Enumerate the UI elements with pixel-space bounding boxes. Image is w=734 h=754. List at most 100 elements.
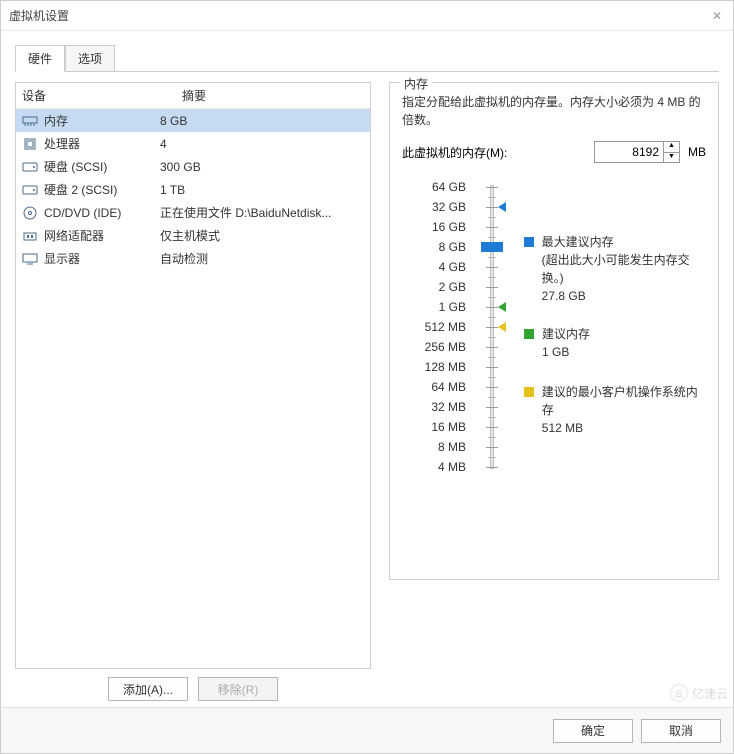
watermark-text: 亿速云 xyxy=(692,685,728,702)
tick-mark xyxy=(486,347,498,348)
tick-mark xyxy=(486,407,498,408)
tick-label: 16 MB xyxy=(412,417,472,437)
slider-legend: 最大建议内存 (超出此大小可能发生内存交换。) 27.8 GB 建议内存 1 G… xyxy=(512,177,706,477)
tick-minor xyxy=(488,397,496,398)
memory-input[interactable] xyxy=(594,141,664,163)
tick-minor xyxy=(488,417,496,418)
tick-label: 64 MB xyxy=(412,377,472,397)
content-area: 硬件 选项 设备 摘要 内存8 GB处理器4硬盘 (SCSI)300 GB硬盘 … xyxy=(1,31,733,707)
window-title: 虚拟机设置 xyxy=(9,7,709,24)
col-device: 设备 xyxy=(22,87,182,104)
network-icon xyxy=(22,229,38,243)
groupbox-title: 内存 xyxy=(400,75,432,92)
device-summary: 8 GB xyxy=(160,114,364,128)
device-summary: 1 TB xyxy=(160,183,364,197)
close-icon[interactable]: ✕ xyxy=(709,9,725,23)
device-row[interactable]: 硬盘 2 (SCSI)1 TB xyxy=(16,178,370,201)
device-name: 内存 xyxy=(44,112,68,129)
tick-label: 4 MB xyxy=(412,457,472,477)
right-panel: 内存 指定分配给此虚拟机的内存量。内存大小必须为 4 MB 的倍数。 此虚拟机的… xyxy=(389,82,719,701)
device-row[interactable]: 处理器4 xyxy=(16,132,370,155)
tick-label: 16 GB xyxy=(412,217,472,237)
legend-max-color xyxy=(524,237,534,247)
tick-minor xyxy=(488,317,496,318)
tab-bar: 硬件 选项 xyxy=(15,45,719,72)
tick-mark xyxy=(486,187,498,188)
tick-label: 1 GB xyxy=(412,297,472,317)
cd-icon xyxy=(22,206,38,220)
legend-min-color xyxy=(524,387,534,397)
tick-mark xyxy=(486,427,498,428)
spin-up-icon[interactable]: ▲ xyxy=(664,142,679,153)
device-name: CD/DVD (IDE) xyxy=(44,206,121,220)
tick-mark xyxy=(486,327,498,328)
legend-min-value: 512 MB xyxy=(542,419,706,437)
device-summary: 正在使用文件 D:\BaiduNetdisk... xyxy=(160,204,364,221)
tick-minor xyxy=(488,377,496,378)
legend-max: 最大建议内存 (超出此大小可能发生内存交换。) 27.8 GB xyxy=(524,233,706,305)
legend-min: 建议的最小客户机操作系统内存 512 MB xyxy=(524,383,706,437)
device-summary: 自动检测 xyxy=(160,250,364,267)
device-row[interactable]: 显示器自动检测 xyxy=(16,247,370,270)
disk-icon xyxy=(22,160,38,174)
legend-max-title: 最大建议内存 xyxy=(542,233,706,251)
tick-mark xyxy=(486,227,498,228)
legend-max-note: (超出此大小可能发生内存交换。) xyxy=(542,251,706,287)
pointer-rec-icon xyxy=(498,302,506,312)
tick-label: 64 GB xyxy=(412,177,472,197)
slider-thumb[interactable] xyxy=(481,242,503,252)
tick-minor xyxy=(488,457,496,458)
tick-minor xyxy=(488,217,496,218)
device-list: 设备 摘要 内存 8 GB 处理器4 硬盘 (SCSI) 300 GB 硬盘 2 (SCS… xyxy=(15,82,371,669)
slider-track-wrap xyxy=(472,177,512,477)
device-row[interactable]: 内存 8 GB xyxy=(16,109,370,132)
device-row[interactable]: CD/DVD (IDE) 正在使用文件 D:\BaiduNetdisk... xyxy=(16,201,370,224)
device-row[interactable]: 网络适配器仅主机模式 xyxy=(16,224,370,247)
tick-minor xyxy=(488,357,496,358)
disk-icon xyxy=(22,183,38,197)
tick-mark xyxy=(486,467,498,468)
device-summary: 300 GB xyxy=(160,160,364,174)
tick-label: 8 MB xyxy=(412,437,472,457)
legend-rec-value: 1 GB xyxy=(542,343,590,361)
tick-label: 512 MB xyxy=(412,317,472,337)
ok-button[interactable]: 确定 xyxy=(553,719,633,743)
tick-minor xyxy=(488,437,496,438)
pointer-min-icon xyxy=(498,322,506,332)
tick-label: 32 MB xyxy=(412,397,472,417)
tick-mark xyxy=(486,307,498,308)
tick-label: 256 MB xyxy=(412,337,472,357)
cpu-icon xyxy=(22,137,38,151)
cancel-button[interactable]: 取消 xyxy=(641,719,721,743)
legend-rec: 建议内存 1 GB xyxy=(524,325,590,361)
tick-minor xyxy=(488,237,496,238)
tick-label: 4 GB xyxy=(412,257,472,277)
tab-options[interactable]: 选项 xyxy=(65,45,115,72)
device-row[interactable]: 硬盘 (SCSI) 300 GB xyxy=(16,155,370,178)
memory-icon xyxy=(22,114,38,128)
tick-label: 8 GB xyxy=(412,237,472,257)
tab-hardware[interactable]: 硬件 xyxy=(15,45,65,72)
left-panel: 设备 摘要 内存 8 GB 处理器4 硬盘 (SCSI) 300 GB 硬盘 2 (SCS… xyxy=(15,82,371,701)
tick-minor xyxy=(488,297,496,298)
memory-groupbox: 内存 指定分配给此虚拟机的内存量。内存大小必须为 4 MB 的倍数。 此虚拟机的… xyxy=(389,82,719,580)
tick-mark xyxy=(486,287,498,288)
tick-minor xyxy=(488,197,496,198)
dialog-footer: 确定 取消 xyxy=(1,707,733,753)
device-list-header: 设备 摘要 xyxy=(16,83,370,109)
device-summary: 4 xyxy=(160,137,364,151)
panels: 设备 摘要 内存 8 GB 处理器4 硬盘 (SCSI) 300 GB 硬盘 2 (SCS… xyxy=(15,71,719,701)
memory-label: 此虚拟机的内存(M): xyxy=(402,144,507,161)
col-summary: 摘要 xyxy=(182,87,206,104)
tick-minor xyxy=(488,337,496,338)
tick-label: 32 GB xyxy=(412,197,472,217)
watermark-icon: 云 xyxy=(670,684,688,702)
legend-min-title: 建议的最小客户机操作系统内存 xyxy=(542,383,706,419)
remove-button[interactable]: 移除(R) xyxy=(198,677,278,701)
spin-down-icon[interactable]: ▼ xyxy=(664,153,679,163)
memory-spinner[interactable]: ▲▼ xyxy=(664,141,680,163)
add-button[interactable]: 添加(A)... xyxy=(108,677,188,701)
slider-tick-labels: 64 GB32 GB16 GB8 GB4 GB2 GB1 GB512 MB256… xyxy=(412,177,472,477)
device-name: 硬盘 (SCSI) xyxy=(44,158,107,175)
legend-rec-title: 建议内存 xyxy=(542,325,590,343)
